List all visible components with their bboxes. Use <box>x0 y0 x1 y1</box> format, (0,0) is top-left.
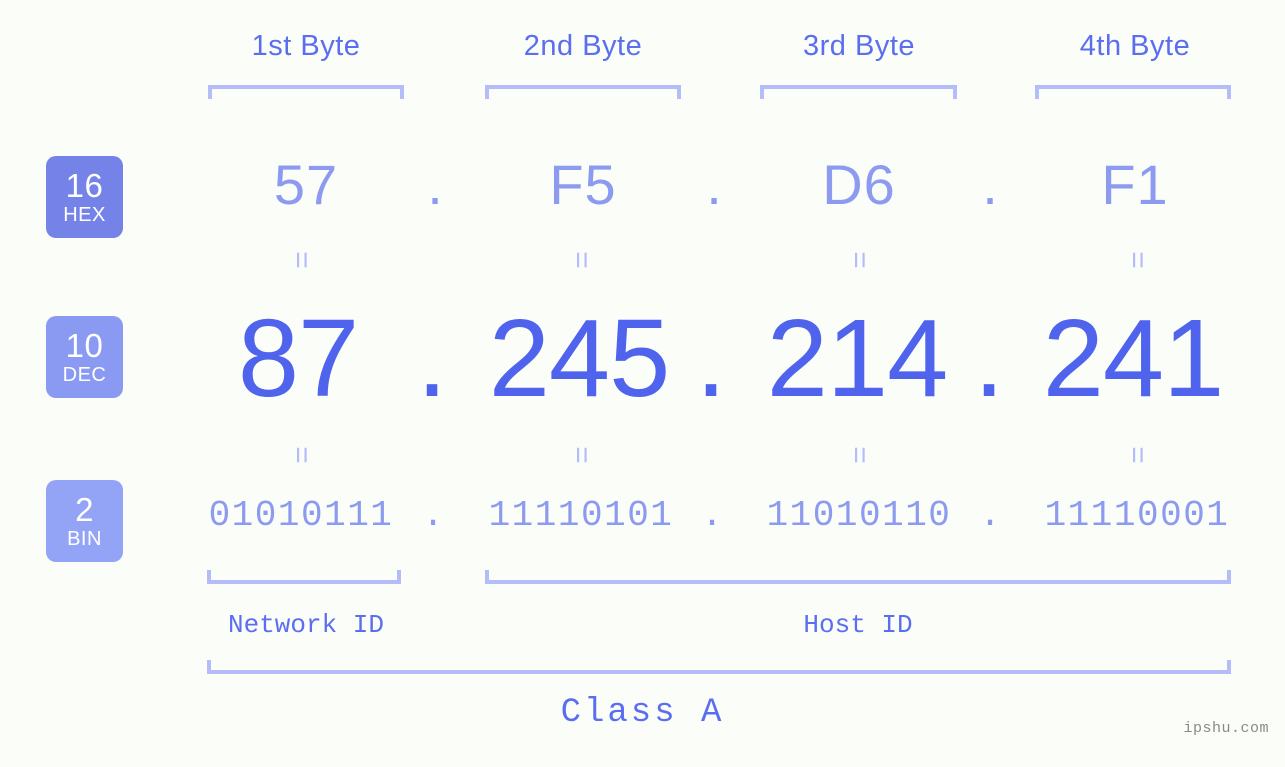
radix-badge-hex-name: HEX <box>63 204 106 226</box>
byte-header-2: 2nd Byte <box>523 30 643 62</box>
radix-badge-dec-number: 10 <box>65 327 104 364</box>
radix-badge-hex-number: 16 <box>65 167 104 204</box>
equivalence-mark-dec-bin-1: = <box>285 446 318 464</box>
bin-octet-4: 11110001 <box>1044 495 1230 536</box>
byte-header-1: 1st Byte <box>251 30 361 62</box>
network-id-label: Network ID <box>227 610 385 640</box>
radix-badge-hex: 16 HEX <box>46 156 123 238</box>
site-watermark: ipshu.com <box>1183 720 1269 737</box>
bin-octet-3: 11010110 <box>766 495 952 536</box>
hex-separator-3: . <box>982 153 998 216</box>
bin-octet-1: 01010111 <box>208 495 394 536</box>
byte-bracket-4 <box>1035 85 1231 99</box>
hex-separator-1: . <box>427 153 443 216</box>
bin-separator-3: . <box>979 495 1001 536</box>
bin-separator-2: . <box>701 495 723 536</box>
byte-bracket-3 <box>760 85 957 99</box>
network-id-bracket <box>207 570 401 584</box>
hex-separator-2: . <box>706 153 722 216</box>
ip-address-breakdown-diagram: 1st Byte 2nd Byte 3rd Byte 4th Byte 16 H… <box>0 0 1285 767</box>
ip-class-label: Class A <box>560 694 725 732</box>
equivalence-mark-dec-bin-4: = <box>1121 446 1154 464</box>
byte-header-3: 3rd Byte <box>803 30 915 62</box>
dec-separator-1: . <box>416 297 448 420</box>
host-id-label: Host ID <box>803 610 913 640</box>
bin-octet-2: 11110101 <box>488 495 674 536</box>
host-id-bracket <box>485 570 1231 584</box>
bin-separator-1: . <box>422 495 444 536</box>
class-bracket <box>207 660 1231 674</box>
radix-badge-dec-name: DEC <box>62 364 107 386</box>
dec-separator-2: . <box>695 297 727 420</box>
byte-bracket-1 <box>208 85 404 99</box>
equivalence-mark-dec-bin-2: = <box>565 446 598 464</box>
radix-badge-dec: 10 DEC <box>46 316 123 398</box>
dec-separator-3: . <box>973 297 1005 420</box>
equivalence-mark-dec-bin-3: = <box>843 446 876 464</box>
byte-bracket-2 <box>485 85 681 99</box>
radix-badge-bin-number: 2 <box>75 491 94 528</box>
radix-badge-bin: 2 BIN <box>46 480 123 562</box>
radix-badge-bin-name: BIN <box>67 528 102 550</box>
byte-header-4: 4th Byte <box>1079 30 1191 62</box>
